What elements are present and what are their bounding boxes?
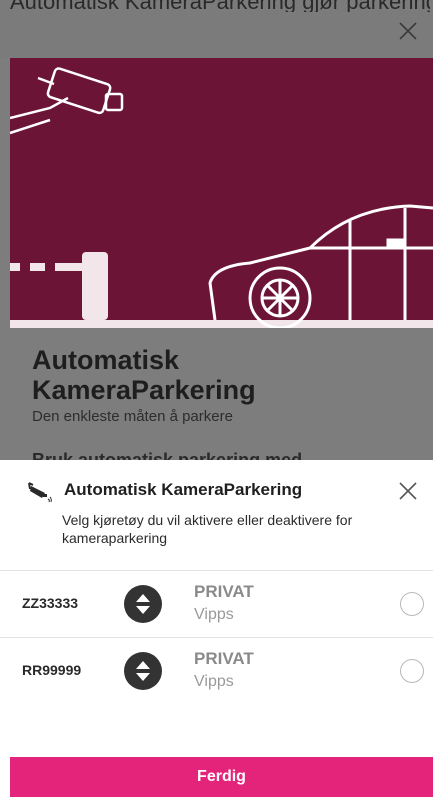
hero-illustration [10,58,433,328]
background-title-line2: KameraParkering [32,375,256,405]
background-top-bar: Automatisk KameraParkering gjør parkerin… [0,0,433,58]
surveillance-camera-graphic [10,67,124,135]
payment-provider: Vipps [194,673,234,690]
car-graphic [208,204,433,328]
done-button[interactable]: Ferdig [10,757,433,797]
close-icon[interactable] [397,480,419,502]
sheet-description: Velg kjøretøy du vil aktivere eller deak… [62,512,353,546]
background-top-text: Automatisk KameraParkering gjør parkerin… [10,0,430,12]
vehicle-plate: ZZ33333 [22,595,79,611]
barrier-graphic [10,252,433,328]
background-title: Automatisk KameraParkering [32,345,412,405]
camera-icon [28,482,52,503]
kamera-parkering-sheet: Automatisk KameraParkering Velg kjøretøy… [0,460,433,797]
background-close-icon[interactable] [397,20,419,42]
payment-provider: Vipps [194,606,234,623]
vehicle-type: PRIVAT [194,649,254,668]
parking-camera-illustration [10,67,433,328]
vehicle-radio-button[interactable] [400,592,424,616]
vehicle-row-zz33333[interactable]: ZZ33333 PRIVAT Vipps [0,571,433,637]
vehicle-row-rr99999[interactable]: RR99999 PRIVAT Vipps [0,638,433,704]
background-page: Automatisk KameraParkering gjør parkerin… [0,0,433,460]
background-subtitle: Den enkleste måten å parkere [32,408,233,425]
vehicle-type: PRIVAT [194,582,254,601]
sort-icon[interactable] [124,652,162,690]
sheet-title: Automatisk KameraParkering [64,480,303,499]
background-clipped-heading: Bruk automatisk parkering med [32,450,303,460]
vehicle-plate: RR99999 [22,662,82,678]
sheet-header: Automatisk KameraParkering Velg kjøretøy… [0,460,433,560]
sort-icon[interactable] [124,585,162,623]
background-title-line1: Automatisk [32,345,180,375]
vehicle-radio-button[interactable] [400,659,424,683]
